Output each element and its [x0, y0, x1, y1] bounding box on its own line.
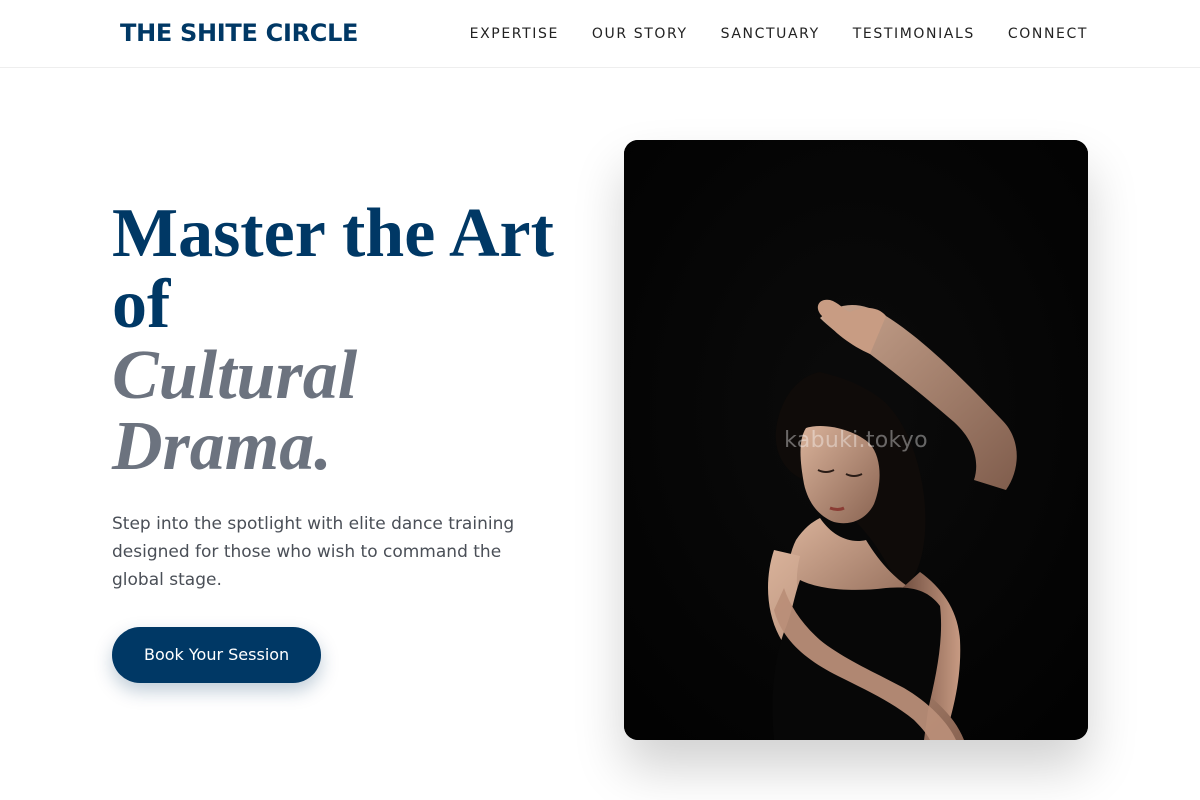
- hero-subtext: Step into the spotlight with elite dance…: [112, 514, 515, 590]
- site-header: THE SHITE CIRCLE EXPERTISE OUR STORY SAN…: [0, 0, 1200, 68]
- main-nav: EXPERTISE OUR STORY SANCTUARY TESTIMONIA…: [470, 24, 1088, 44]
- hero-section: Master the Art of Cultural Drama. Step i…: [112, 198, 592, 683]
- hero-headline-accent: Cultural Drama.: [112, 337, 358, 485]
- brand-logo[interactable]: THE SHITE CIRCLE: [120, 18, 358, 48]
- nav-link-connect[interactable]: CONNECT: [1008, 24, 1088, 44]
- nav-link-expertise[interactable]: EXPERTISE: [470, 24, 559, 44]
- hero-headline: Master the Art of Cultural Drama.: [112, 198, 592, 482]
- dancer-photo: kabuki.tokyo: [624, 140, 1088, 740]
- nav-link-our-story[interactable]: OUR STORY: [592, 24, 688, 44]
- hero-headline-main: Master the Art of: [112, 195, 554, 343]
- book-session-button[interactable]: Book Your Session: [112, 627, 322, 683]
- nav-link-testimonials[interactable]: TESTIMONIALS: [853, 24, 975, 44]
- photo-watermark: kabuki.tokyo: [784, 428, 928, 453]
- nav-link-sanctuary[interactable]: SANCTUARY: [721, 24, 820, 44]
